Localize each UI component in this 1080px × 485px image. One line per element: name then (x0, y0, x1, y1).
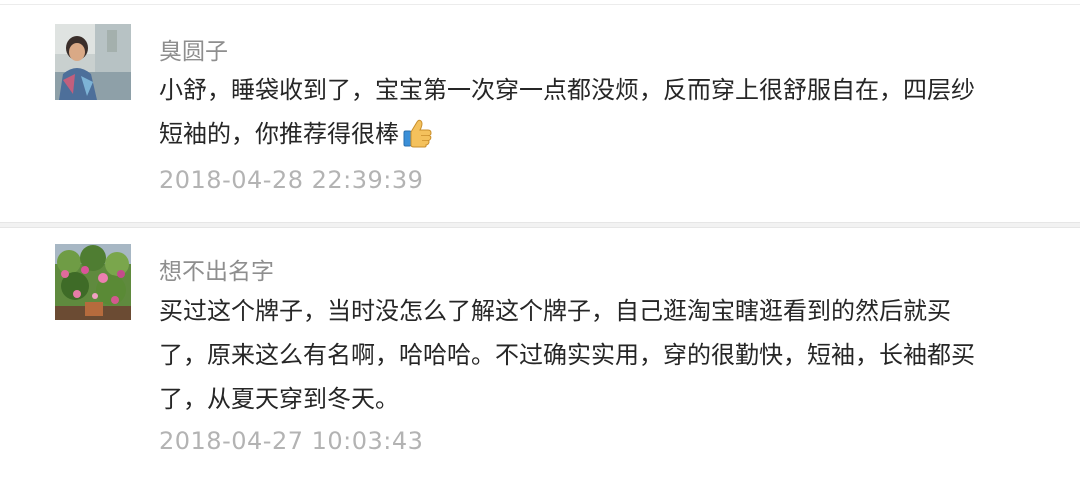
comment-line-text: 短袖的，你推荐得很棒 (159, 120, 399, 148)
comment-line: 小舒，睡袋收到了，宝宝第一次穿一点都没烦，反而穿上很舒服自在，四层纱 (159, 76, 975, 104)
comment-item: 想不出名字 买过这个牌子，当时没怎么了解这个牌子，自己逛淘宝瞎逛看到的然后就买了… (0, 227, 1080, 485)
person-photo-avatar-icon (55, 24, 131, 100)
comment-list: 臭圆子 小舒，睡袋收到了，宝宝第一次穿一点都没烦，反而穿上很舒服自在，四层纱 短袖… (0, 0, 1080, 485)
comment-text: 买过这个牌子，当时没怎么了解这个牌子，自己逛淘宝瞎逛看到的然后就买 了，原来这么有… (159, 289, 1059, 421)
comment-line-with-emoji: 短袖的，你推荐得很棒 (159, 112, 1059, 162)
comment-timestamp: 2018-04-28 22:39:39 (159, 166, 424, 194)
username[interactable]: 臭圆子 (159, 32, 228, 66)
comment-line: 了，从夏天穿到冬天。 (159, 385, 399, 413)
top-divider (0, 4, 1080, 5)
thumbs-up-icon (401, 118, 433, 162)
user-avatar[interactable] (55, 24, 131, 100)
comment-line: 了，原来这么有名啊，哈哈哈。不过确实实用，穿的很勤快，短袖，长袖都买 (159, 341, 975, 369)
username[interactable]: 想不出名字 (159, 252, 274, 286)
comment-text: 小舒，睡袋收到了，宝宝第一次穿一点都没烦，反而穿上很舒服自在，四层纱 短袖的，你推… (159, 68, 1059, 162)
user-avatar[interactable] (55, 244, 131, 320)
comment-item: 臭圆子 小舒，睡袋收到了，宝宝第一次穿一点都没烦，反而穿上很舒服自在，四层纱 短袖… (0, 6, 1080, 224)
flowers-photo-avatar-icon (55, 244, 131, 320)
comment-timestamp: 2018-04-27 10:03:43 (159, 427, 424, 455)
comment-line: 买过这个牌子，当时没怎么了解这个牌子，自己逛淘宝瞎逛看到的然后就买 (159, 297, 951, 325)
